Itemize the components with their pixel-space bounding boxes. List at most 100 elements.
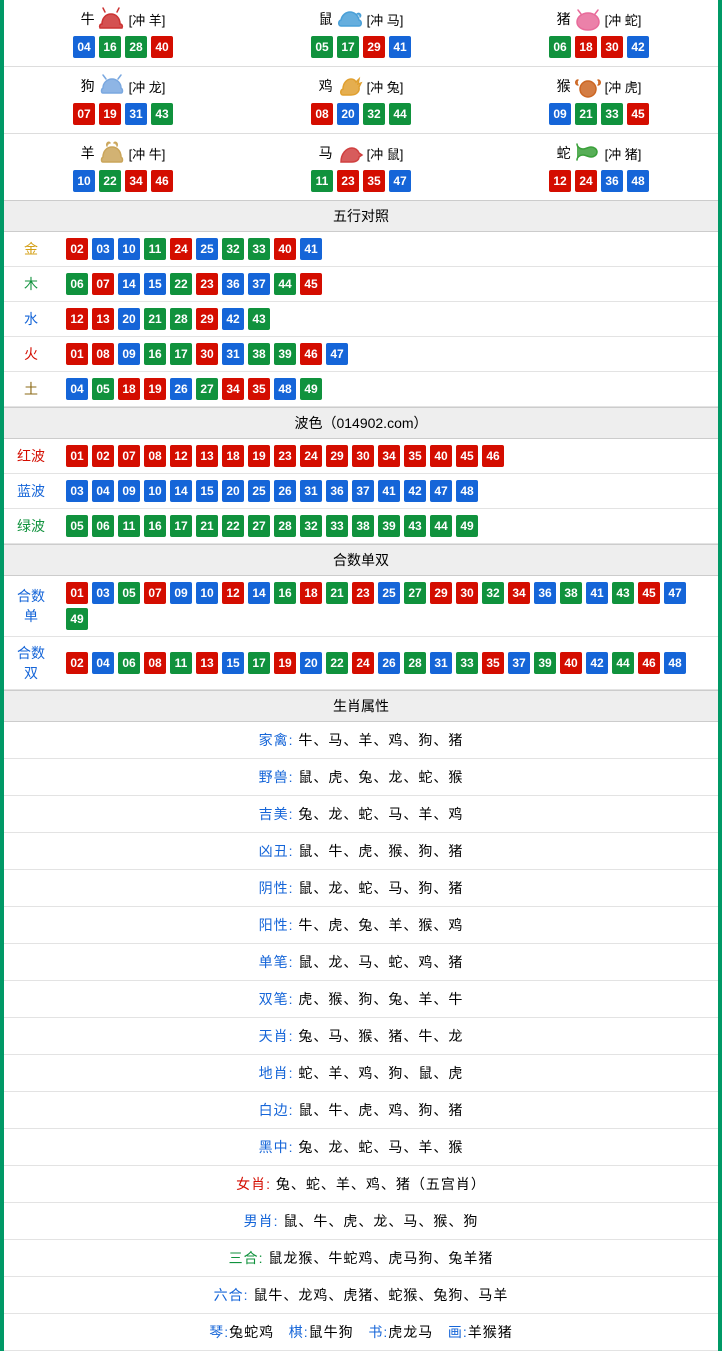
number-chip: 45 <box>638 582 660 604</box>
bottom-value: 虎龙马 <box>388 1324 433 1340</box>
attr-label: 黑中: <box>259 1139 299 1155</box>
attr-label: 六合: <box>214 1287 254 1303</box>
attr-header: 生肖属性 <box>4 690 718 722</box>
number-chip: 04 <box>92 652 114 674</box>
number-chip: 48 <box>274 378 296 400</box>
number-chip: 05 <box>66 515 88 537</box>
number-chip: 38 <box>248 343 270 365</box>
number-chip: 03 <box>92 238 114 260</box>
number-chip: 37 <box>248 273 270 295</box>
number-chip: 04 <box>92 480 114 502</box>
zodiac-conflict: [冲 龙] <box>129 77 166 96</box>
number-chip: 08 <box>144 445 166 467</box>
number-chip: 28 <box>125 36 147 58</box>
number-chip: 42 <box>404 480 426 502</box>
number-chip: 31 <box>222 343 244 365</box>
attr-row: 阴性: 鼠、龙、蛇、马、狗、猪 <box>4 870 718 907</box>
attr-label: 野兽: <box>259 769 299 785</box>
attr-row: 六合: 鼠牛、龙鸡、虎猪、蛇猴、兔狗、马羊 <box>4 1277 718 1314</box>
zodiac-numbers: 10223446 <box>4 170 242 192</box>
row-numbers: 06071415222336374445 <box>58 267 718 302</box>
number-chip: 09 <box>170 582 192 604</box>
number-chip: 35 <box>248 378 270 400</box>
attr-value: 鼠、龙、马、蛇、鸡、猪 <box>298 954 463 970</box>
number-chip: 11 <box>170 652 192 674</box>
zodiac-numbers: 08203244 <box>242 103 480 125</box>
number-chip: 22 <box>170 273 192 295</box>
number-chip: 03 <box>66 480 88 502</box>
zodiac-conflict: [冲 鼠] <box>367 144 404 163</box>
number-chip: 44 <box>612 652 634 674</box>
number-chip: 11 <box>118 515 140 537</box>
number-chip: 47 <box>664 582 686 604</box>
bottom-label: 书: <box>368 1324 388 1340</box>
number-chip: 48 <box>456 480 478 502</box>
number-chip: 18 <box>575 36 597 58</box>
zodiac-numbers: 12243648 <box>480 170 718 192</box>
row-label: 红波 <box>4 439 58 474</box>
number-chip: 31 <box>300 480 322 502</box>
wuxing-table: 金 02031011242532334041木 0607141522233637… <box>4 232 718 407</box>
table-row: 合数单 010305070910121416182123252729303234… <box>4 576 718 637</box>
number-chip: 18 <box>118 378 140 400</box>
number-chip: 38 <box>560 582 582 604</box>
zodiac-cell: 蛇 [冲 猪] 12243648 <box>480 134 718 200</box>
number-chip: 20 <box>222 480 244 502</box>
number-chip: 08 <box>92 343 114 365</box>
table-row: 红波 0102070812131819232429303435404546 <box>4 439 718 474</box>
zodiac-name: 牛 <box>81 9 95 29</box>
row-numbers: 04051819262734354849 <box>58 372 718 407</box>
zodiac-cell: 狗 [冲 龙] 07193143 <box>4 67 242 134</box>
number-chip: 41 <box>389 36 411 58</box>
number-chip: 17 <box>170 343 192 365</box>
number-chip: 02 <box>66 238 88 260</box>
zodiac-name: 马 <box>319 143 333 163</box>
zodiac-name: 猪 <box>557 9 571 29</box>
number-chip: 10 <box>73 170 95 192</box>
number-chip: 01 <box>66 445 88 467</box>
number-chip: 33 <box>456 652 478 674</box>
number-chip: 24 <box>575 170 597 192</box>
number-chip: 34 <box>508 582 530 604</box>
number-chip: 22 <box>222 515 244 537</box>
number-chip: 20 <box>300 652 322 674</box>
number-chip: 21 <box>575 103 597 125</box>
number-chip: 48 <box>627 170 649 192</box>
number-chip: 46 <box>300 343 322 365</box>
number-chip: 34 <box>222 378 244 400</box>
attr-value: 鼠龙猴、牛蛇鸡、虎马狗、兔羊猪 <box>268 1250 493 1266</box>
number-chip: 28 <box>274 515 296 537</box>
goat-icon <box>97 140 127 166</box>
number-chip: 03 <box>92 582 114 604</box>
number-chip: 12 <box>222 582 244 604</box>
number-chip: 19 <box>99 103 121 125</box>
number-chip: 06 <box>118 652 140 674</box>
zodiac-numbers: 04162840 <box>4 36 242 58</box>
attr-row: 家禽: 牛、马、羊、鸡、狗、猪 <box>4 722 718 759</box>
number-chip: 32 <box>300 515 322 537</box>
table-row: 土 04051819262734354849 <box>4 372 718 407</box>
number-chip: 49 <box>66 608 88 630</box>
number-chip: 11 <box>144 238 166 260</box>
attr-value: 鼠、牛、虎、龙、马、猴、狗 <box>283 1213 478 1229</box>
attr-label: 阴性: <box>259 880 299 896</box>
number-chip: 23 <box>274 445 296 467</box>
number-chip: 21 <box>196 515 218 537</box>
attr-value: 牛、马、羊、鸡、狗、猪 <box>298 732 463 748</box>
number-chip: 16 <box>99 36 121 58</box>
number-chip: 10 <box>196 582 218 604</box>
rooster-icon <box>335 73 365 99</box>
zodiac-grid: 牛 [冲 羊] 04162840 鼠 [冲 马] 05172941 猪 [冲 蛇… <box>4 0 718 200</box>
number-chip: 31 <box>125 103 147 125</box>
table-row: 合数双 020406081113151719202224262831333537… <box>4 637 718 690</box>
attr-value: 兔、龙、蛇、马、羊、猴 <box>298 1139 463 1155</box>
number-chip: 14 <box>118 273 140 295</box>
number-chip: 49 <box>456 515 478 537</box>
row-numbers: 1213202128294243 <box>58 302 718 337</box>
number-chip: 02 <box>92 445 114 467</box>
number-chip: 42 <box>586 652 608 674</box>
number-chip: 07 <box>118 445 140 467</box>
row-label: 火 <box>4 337 58 372</box>
number-chip: 35 <box>404 445 426 467</box>
number-chip: 46 <box>151 170 173 192</box>
